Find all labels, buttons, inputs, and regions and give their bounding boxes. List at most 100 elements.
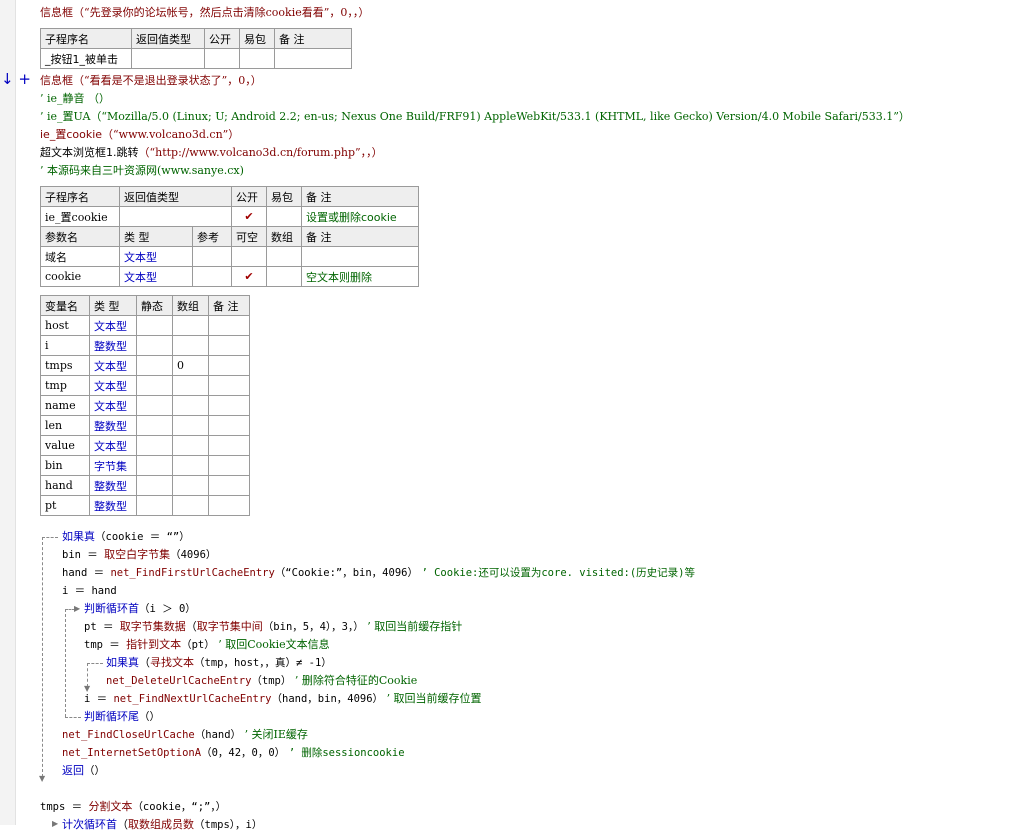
var-static[interactable]: [136, 435, 173, 456]
var-name[interactable]: i: [40, 335, 90, 356]
var-array[interactable]: [172, 395, 209, 416]
var-note[interactable]: [208, 475, 250, 496]
code-line-set-option[interactable]: net_InternetSetOptionA（0，42，0，0） ’ 删除ses…: [62, 745, 405, 761]
code-line-messagebox-1[interactable]: 信息框（“先登录你的论坛帐号，然后点击清除cookie看看”，0，，）: [40, 5, 369, 21]
var-static[interactable]: [136, 315, 173, 336]
var-note[interactable]: [208, 315, 250, 336]
var-static[interactable]: [136, 495, 173, 516]
code-line-messagebox-2[interactable]: 信息框（“看看是不是退出登录状态了”，0，）: [40, 73, 262, 89]
var-note[interactable]: [208, 375, 250, 396]
param-nullable-check-icon[interactable]: ✔: [231, 266, 267, 287]
code-line-loop-end[interactable]: 判断循环尾（）: [84, 709, 160, 725]
return-type[interactable]: [131, 48, 205, 69]
var-name[interactable]: name: [40, 395, 90, 416]
var-type[interactable]: 整数型: [89, 475, 137, 496]
param-name[interactable]: cookie: [40, 266, 120, 287]
var-type[interactable]: 整数型: [89, 495, 137, 516]
var-array[interactable]: [172, 435, 209, 456]
code-line-return[interactable]: 返回（）: [62, 763, 105, 779]
var-static[interactable]: [136, 415, 173, 436]
var-note[interactable]: [208, 415, 250, 436]
var-static[interactable]: [136, 335, 173, 356]
code-line-browser-navigate[interactable]: 超文本浏览框1.跳转（“http://www.volcano3d.cn/foru…: [40, 145, 383, 161]
var-array[interactable]: [172, 315, 209, 336]
param-array[interactable]: [266, 266, 302, 287]
code-line-tmp-assign[interactable]: tmp ＝ 指针到文本（pt） ’ 取回Cookie文本信息: [84, 637, 330, 653]
public-check-icon[interactable]: ✔: [231, 206, 267, 227]
var-type[interactable]: 文本型: [89, 435, 137, 456]
var-static[interactable]: [136, 395, 173, 416]
breakpoint-marker[interactable]: ↓ +: [1, 70, 31, 88]
param-ref[interactable]: [192, 246, 232, 267]
package-flag[interactable]: [239, 48, 275, 69]
param-type[interactable]: 文本型: [119, 266, 193, 287]
code-line-loop-start[interactable]: 判断循环首（i ＞ 0）: [84, 601, 196, 617]
var-note[interactable]: [208, 435, 250, 456]
code-line-hand-assign[interactable]: hand ＝ net_FindFirstUrlCacheEntry（“Cooki…: [62, 565, 695, 581]
var-name[interactable]: tmp: [40, 375, 90, 396]
var-name[interactable]: bin: [40, 455, 90, 476]
param-ref[interactable]: [192, 266, 232, 287]
comment-line-source[interactable]: ’ 本源码来自三叶资源网(www.sanye.cx): [40, 163, 244, 179]
var-static[interactable]: [136, 375, 173, 396]
var-type[interactable]: 整数型: [89, 415, 137, 436]
var-name[interactable]: hand: [40, 475, 90, 496]
code-line-find-next[interactable]: i ＝ net_FindNextUrlCacheEntry（hand，bin，4…: [84, 691, 482, 707]
code-line-pt-assign[interactable]: pt ＝ 取字节集数据（取字节集中间（bin，5，4），3，） ’ 取回当前缓存…: [84, 619, 462, 635]
var-type[interactable]: 文本型: [89, 315, 137, 336]
var-note[interactable]: [208, 395, 250, 416]
var-name[interactable]: len: [40, 415, 90, 436]
var-array[interactable]: [172, 475, 209, 496]
var-array[interactable]: [172, 495, 209, 516]
param-type[interactable]: 文本型: [119, 246, 193, 267]
var-type[interactable]: 文本型: [89, 395, 137, 416]
var-type[interactable]: 字节集: [89, 455, 137, 476]
comment-line-set-ua[interactable]: ’ ie_置UA（“Mozilla/5.0 (Linux; U; Android…: [40, 109, 910, 125]
var-name[interactable]: pt: [40, 495, 90, 516]
line-comment: ’ 取回当前缓存位置: [386, 692, 482, 705]
var-note[interactable]: [208, 335, 250, 356]
return-type[interactable]: [119, 206, 232, 227]
comment-line-mute[interactable]: ’ ie_静音 （）: [40, 91, 110, 107]
var-array[interactable]: 0: [172, 355, 209, 376]
param-name[interactable]: 域名: [40, 246, 120, 267]
code-line-i-assign[interactable]: i ＝ hand: [62, 583, 117, 599]
var-name[interactable]: tmps: [40, 355, 90, 376]
var-static[interactable]: [136, 355, 173, 376]
var-note[interactable]: [208, 355, 250, 376]
code-line-delete-cache[interactable]: net_DeleteUrlCacheEntry（tmp） ’ 删除符合特征的Co…: [106, 673, 417, 689]
note[interactable]: [274, 48, 352, 69]
code-line-bin-assign[interactable]: bin ＝ 取空白字节集（4096）: [62, 547, 216, 563]
var-note[interactable]: [208, 495, 250, 516]
var-array[interactable]: [172, 335, 209, 356]
var-name[interactable]: host: [40, 315, 90, 336]
var-static[interactable]: [136, 455, 173, 476]
code-line-set-cookie[interactable]: ie_置cookie（“www.volcano3d.cn”）: [40, 127, 239, 143]
expression: （i ＞ 0）: [139, 603, 196, 615]
code-line-if-cookie-empty[interactable]: 如果真（cookie ＝ “”）: [62, 529, 190, 545]
param-array[interactable]: [266, 246, 302, 267]
param-note[interactable]: 空文本则删除: [301, 266, 419, 287]
param-nullable[interactable]: [231, 246, 267, 267]
var-type[interactable]: 文本型: [89, 375, 137, 396]
var-note[interactable]: [208, 455, 250, 476]
expression: （）: [84, 765, 105, 777]
var-static[interactable]: [136, 475, 173, 496]
code-line-close-cache[interactable]: net_FindCloseUrlCache（hand） ’ 关闭IE缓存: [62, 727, 308, 743]
public-flag[interactable]: [204, 48, 240, 69]
param-note[interactable]: [301, 246, 419, 267]
var-type[interactable]: 文本型: [89, 355, 137, 376]
code-line-split-text[interactable]: tmps ＝ 分割文本（cookie，“;”，）: [40, 799, 226, 815]
var-array[interactable]: [172, 455, 209, 476]
var-name[interactable]: value: [40, 435, 90, 456]
package-flag[interactable]: [266, 206, 302, 227]
subroutine-name[interactable]: _按钮1_被单击: [40, 48, 132, 69]
flow-arrow-right-icon: ▶: [52, 819, 59, 828]
var-type[interactable]: 整数型: [89, 335, 137, 356]
subroutine-name[interactable]: ie_置cookie: [40, 206, 120, 227]
code-line-counted-loop[interactable]: 计次循环首（取数组成员数（tmps），i）: [62, 817, 262, 833]
code-line-if-find-text[interactable]: 如果真（寻找文本（tmp，host，，真）≠ -1）: [106, 655, 332, 671]
var-array[interactable]: [172, 415, 209, 436]
subroutine-note[interactable]: 设置或删除cookie: [301, 206, 419, 227]
var-array[interactable]: [172, 375, 209, 396]
